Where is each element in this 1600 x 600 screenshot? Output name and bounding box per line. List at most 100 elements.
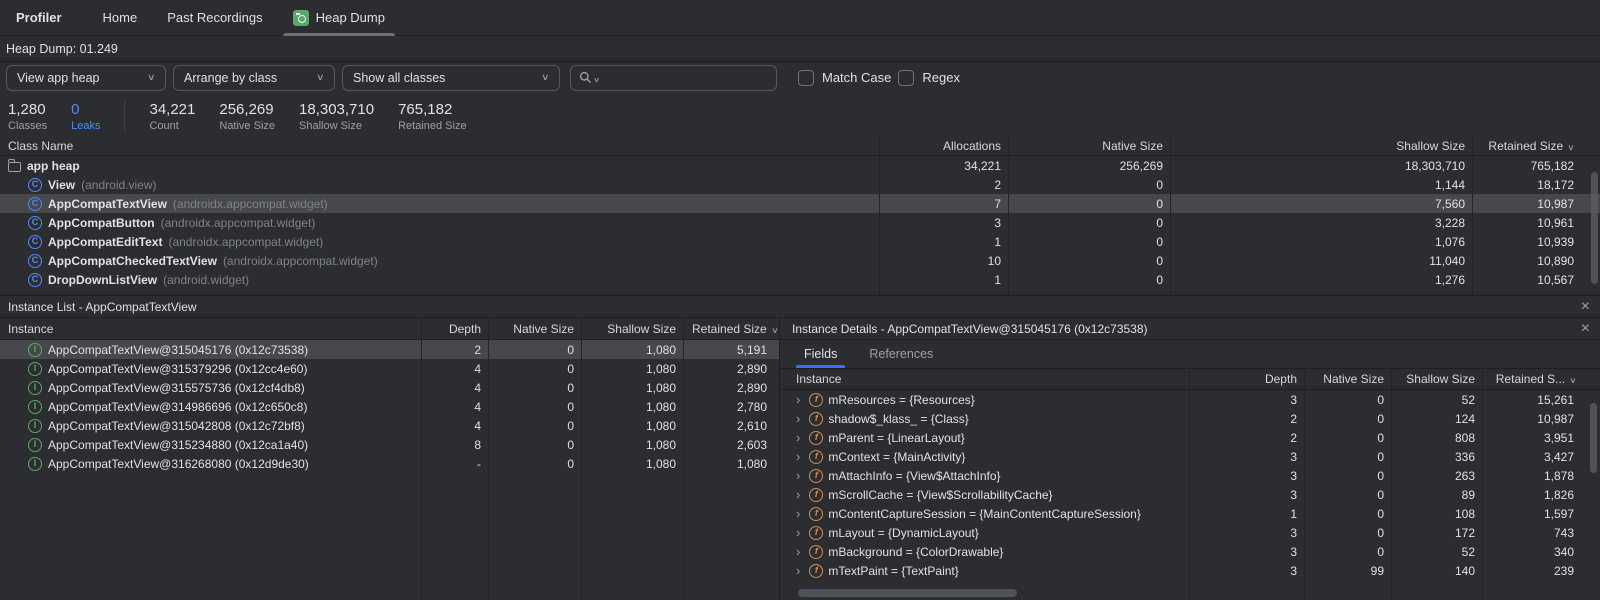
instance-row[interactable]: AppCompatTextView@314986696 (0x12c650c8)…	[0, 397, 779, 416]
shallow-size-cell: 3,228	[1171, 216, 1473, 230]
shallow-size-cell: 7,560	[1171, 197, 1473, 211]
search-input[interactable]: ∨	[570, 65, 777, 91]
class-icon	[28, 178, 42, 192]
class-row[interactable]: View (android.view) 2 0 1,144 18,172	[0, 175, 1600, 194]
field-row[interactable]: › mContentCaptureSession = {MainContentC…	[780, 504, 1600, 523]
class-package: (androidx.appcompat.widget)	[173, 197, 328, 211]
shallow-size-cell: 263	[1392, 469, 1483, 483]
column-header-class-name[interactable]: Class Name	[0, 139, 880, 153]
class-table-vertical-scrollbar[interactable]	[1591, 172, 1598, 284]
shallow-size-cell: 1,144	[1171, 178, 1473, 192]
arrange-by-dropdown[interactable]: Arrange by class ∨	[173, 65, 335, 91]
class-row[interactable]: DropDownListView (android.widget) 1 0 1,…	[0, 270, 1600, 289]
native-size-cell: 0	[489, 438, 582, 452]
tab-past-recordings[interactable]: Past Recordings	[152, 0, 277, 36]
native-size-cell: 0	[489, 400, 582, 414]
column-header-retained-size[interactable]: Retained S...∨	[1483, 372, 1600, 386]
column-header-shallow-size[interactable]: Shallow Size	[582, 322, 684, 336]
allocations-cell: 7	[880, 197, 1009, 211]
column-header-retained-size[interactable]: Retained Size∨	[1473, 139, 1600, 153]
native-size-cell: 99	[1305, 564, 1392, 578]
retained-size-cell: 10,567	[1473, 273, 1600, 287]
close-icon[interactable]: ×	[1581, 321, 1590, 337]
expand-chevron-icon[interactable]: ›	[796, 430, 800, 445]
field-name: mParent = {LinearLayout}	[828, 431, 964, 445]
depth-cell: 3	[1190, 488, 1305, 502]
expand-chevron-icon[interactable]: ›	[796, 525, 800, 540]
retained-size-cell: 10,939	[1473, 235, 1600, 249]
column-header-native-size[interactable]: Native Size	[1009, 139, 1171, 153]
stat-value: 765,182	[398, 101, 467, 118]
class-row[interactable]: AppCompatButton (androidx.appcompat.widg…	[0, 213, 1600, 232]
retained-size-cell: 10,961	[1473, 216, 1600, 230]
field-row[interactable]: › shadow$_klass_ = {Class} 2 0 124 10,98…	[780, 409, 1600, 428]
native-size-cell: 0	[1009, 254, 1171, 268]
depth-cell: 2	[422, 343, 489, 357]
match-case-checkbox[interactable]: Match Case	[798, 70, 891, 86]
column-header-allocations[interactable]: Allocations	[880, 139, 1009, 153]
column-header-instance[interactable]: Instance	[780, 372, 1190, 386]
field-name: mScrollCache = {View$ScrollabilityCache}	[828, 488, 1052, 502]
expand-chevron-icon[interactable]: ›	[796, 544, 800, 559]
instance-details-body: › mResources = {Resources} 3 0 52 15,261	[780, 390, 1600, 580]
class-row[interactable]: AppCompatCheckedTextView (androidx.appco…	[0, 251, 1600, 270]
instance-details-vertical-scrollbar[interactable]	[1590, 403, 1597, 473]
class-row[interactable]: AppCompatTextView (androidx.appcompat.wi…	[0, 194, 1600, 213]
instance-row[interactable]: AppCompatTextView@315042808 (0x12c72bf8)…	[0, 416, 779, 435]
field-icon	[809, 469, 823, 483]
tab-fields[interactable]: Fields	[796, 340, 845, 368]
field-row[interactable]: › mContext = {MainActivity} 3 0 336 3,42…	[780, 447, 1600, 466]
column-header-shallow-size[interactable]: Shallow Size	[1392, 372, 1483, 386]
class-name-cell: AppCompatButton (androidx.appcompat.widg…	[0, 216, 880, 230]
field-row[interactable]: › mParent = {LinearLayout} 2 0 808 3,951	[780, 428, 1600, 447]
stat-item: 1,280 Classes	[8, 101, 47, 132]
column-header-native-size[interactable]: Native Size	[1305, 372, 1392, 386]
instance-row[interactable]: AppCompatTextView@316268080 (0x12d9de30)…	[0, 454, 779, 473]
column-header-shallow-size[interactable]: Shallow Size	[1171, 139, 1473, 153]
expand-chevron-icon[interactable]: ›	[796, 506, 800, 521]
depth-cell: 1	[1190, 507, 1305, 521]
column-header-depth[interactable]: Depth	[1190, 372, 1305, 386]
heap-scope-dropdown[interactable]: View app heap ∨	[6, 65, 166, 91]
column-header-instance[interactable]: Instance	[0, 322, 422, 336]
column-header-retained-size[interactable]: Retained Size∨	[684, 322, 779, 336]
field-row[interactable]: › mResources = {Resources} 3 0 52 15,261	[780, 390, 1600, 409]
instance-icon	[28, 362, 42, 376]
field-row[interactable]: › mScrollCache = {View$ScrollabilityCach…	[780, 485, 1600, 504]
close-icon[interactable]: ×	[1581, 299, 1590, 315]
expand-chevron-icon[interactable]: ›	[796, 468, 800, 483]
native-size-cell: 0	[489, 381, 582, 395]
class-filter-dropdown[interactable]: Show all classes ∨	[342, 65, 560, 91]
instance-row[interactable]: AppCompatTextView@315234880 (0x12ca1a40)…	[0, 435, 779, 454]
field-name: mContentCaptureSession = {MainContentCap…	[828, 507, 1141, 521]
class-icon	[28, 273, 42, 287]
expand-chevron-icon[interactable]: ›	[796, 392, 800, 407]
field-row[interactable]: › mAttachInfo = {View$AttachInfo} 3 0 26…	[780, 466, 1600, 485]
expand-chevron-icon[interactable]: ›	[796, 487, 800, 502]
tab-home[interactable]: Home	[88, 0, 153, 36]
expand-chevron-icon[interactable]: ›	[796, 563, 800, 578]
instance-details-horizontal-scrollbar[interactable]	[798, 589, 1017, 597]
field-row[interactable]: › mLayout = {DynamicLayout} 3 0 172 743	[780, 523, 1600, 542]
class-icon	[28, 216, 42, 230]
instance-row[interactable]: AppCompatTextView@315575736 (0x12cf4db8)…	[0, 378, 779, 397]
instance-row[interactable]: AppCompatTextView@315045176 (0x12c73538)…	[0, 340, 779, 359]
retained-size-cell: 2,603	[684, 438, 779, 452]
class-row[interactable]: AppCompatEditText (androidx.appcompat.wi…	[0, 232, 1600, 251]
column-header-native-size[interactable]: Native Size	[489, 322, 582, 336]
class-row[interactable]: app heap 34,221 256,269 18,303,710 765,1…	[0, 156, 1600, 175]
column-divider	[488, 318, 489, 600]
retained-size-cell: 1,080	[684, 457, 779, 471]
expand-chevron-icon[interactable]: ›	[796, 449, 800, 464]
tab-heap-dump[interactable]: Heap Dump	[278, 0, 400, 36]
instance-name: AppCompatTextView@315379296 (0x12cc4e60)	[48, 362, 307, 376]
regex-checkbox[interactable]: Regex	[898, 70, 960, 86]
column-header-depth[interactable]: Depth	[422, 322, 489, 336]
expand-chevron-icon[interactable]: ›	[796, 411, 800, 426]
instance-row[interactable]: AppCompatTextView@315379296 (0x12cc4e60)…	[0, 359, 779, 378]
field-row[interactable]: › mBackground = {ColorDrawable} 3 0 52 3…	[780, 542, 1600, 561]
shallow-size-cell: 1,276	[1171, 273, 1473, 287]
class-name-cell: View (android.view)	[0, 178, 880, 192]
tab-references[interactable]: References	[861, 340, 941, 368]
field-row[interactable]: › mTextPaint = {TextPaint} 3 99 140 239	[780, 561, 1600, 580]
